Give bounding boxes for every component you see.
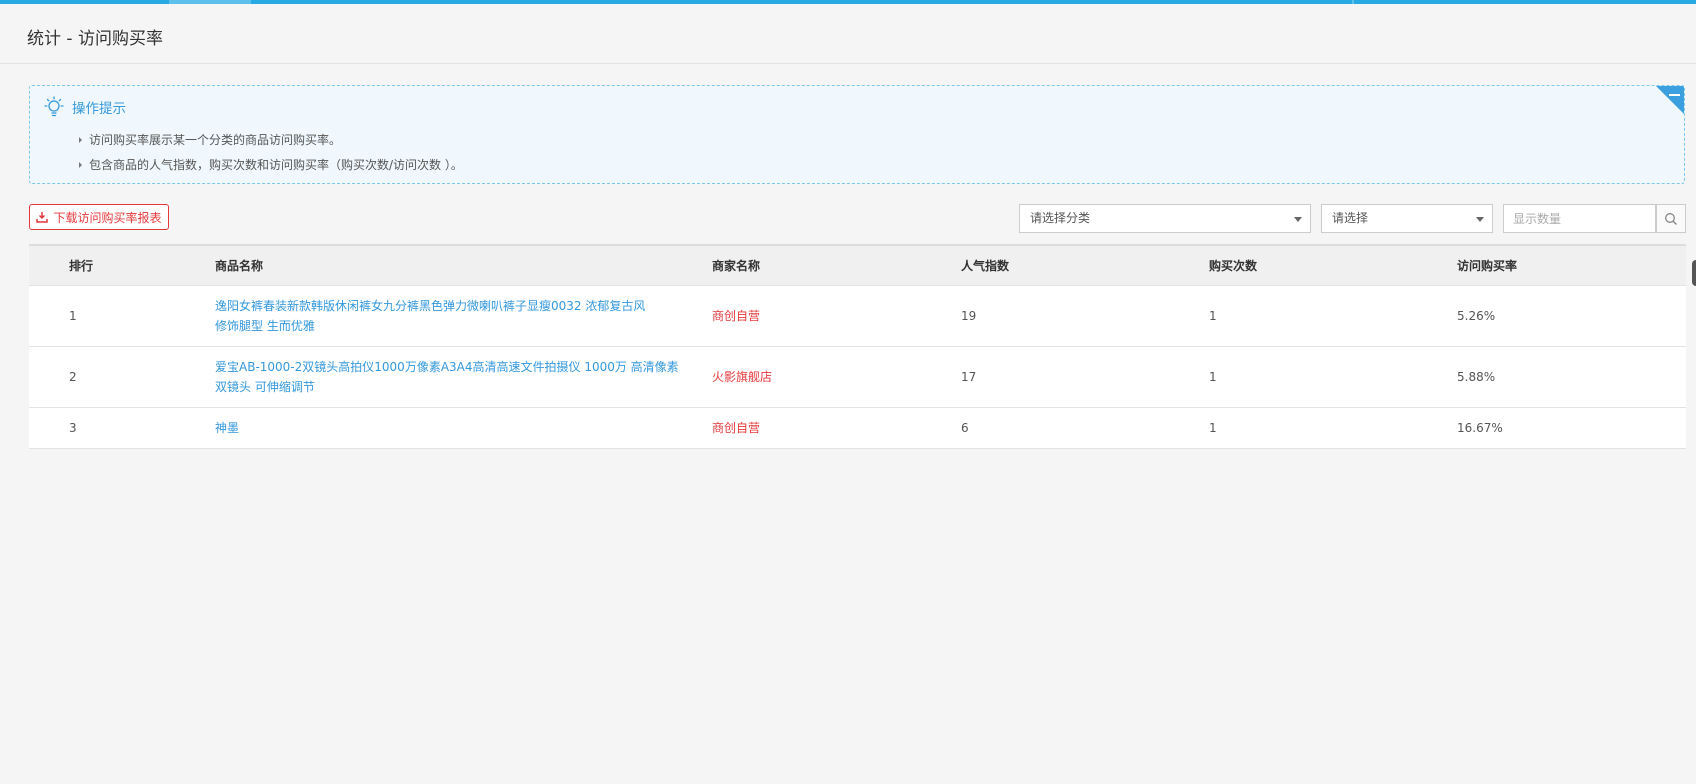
table-row: 2 爱宝AB-1000-2双镜头高拍仪1000万像素A3A4高清高速文件拍摄仪 …	[29, 346, 1686, 407]
shop-link[interactable]: 商创自营	[712, 421, 760, 435]
header-visit-purchase-rate: 访问购买率	[1457, 258, 1518, 273]
table-header-row: 排行 商品名称 商家名称 人气指数 购买次数 访问购买率	[29, 245, 1686, 285]
shop-name-cell: 商创自营	[712, 407, 961, 448]
shop-link[interactable]: 火影旗舰店	[712, 370, 772, 384]
collapse-tips-button[interactable]	[1656, 86, 1684, 114]
goods-name-line: 爱宝AB-1000-2双镜头高拍仪1000万像素A3A4高清高速文件拍摄仪 10…	[215, 359, 679, 374]
download-report-label: 下载访问购买率报表	[53, 210, 162, 225]
display-count-input[interactable]	[1503, 204, 1656, 233]
rank-cell: 3	[69, 420, 77, 435]
goods-name-line: 修饰腿型 生而优雅	[215, 318, 315, 333]
popularity-cell: 19	[961, 308, 977, 323]
tips-header: 操作提示	[42, 96, 126, 118]
shop-name-cell: 商创自营	[712, 285, 961, 346]
rate-cell: 5.88%	[1457, 369, 1496, 384]
sub-category-select[interactable]: 请选择	[1321, 204, 1493, 233]
goods-name-line: 双镜头 可伸缩调节	[215, 379, 315, 394]
statistics-table: 排行 商品名称 商家名称 人气指数 购买次数 访问购买率 1 逸阳女裤春装新款韩…	[29, 244, 1686, 449]
goods-name-line: 逸阳女裤春装新款韩版休闲裤女九分裤黑色弹力微喇叭裤子显瘦0032 浓郁复古风	[215, 298, 646, 313]
goods-link[interactable]: 爱宝AB-1000-2双镜头高拍仪1000万像素A3A4高清高速文件拍摄仪 10…	[215, 360, 679, 394]
table-row: 1 逸阳女裤春装新款韩版休闲裤女九分裤黑色弹力微喇叭裤子显瘦0032 浓郁复古风…	[29, 285, 1686, 346]
tips-item: 包含商品的人气指数，购买次数和访问购买率（购买次数/访问次数 ）。	[77, 153, 463, 178]
goods-name-cell: 爱宝AB-1000-2双镜头高拍仪1000万像素A3A4高清高速文件拍摄仪 10…	[215, 346, 712, 407]
tips-title: 操作提示	[72, 101, 126, 117]
goods-link[interactable]: 神墨	[215, 421, 239, 435]
popularity-cell: 17	[961, 369, 977, 384]
download-icon	[36, 212, 49, 223]
category-select-value: 请选择分类	[1030, 211, 1091, 225]
header-popularity: 人气指数	[961, 258, 1010, 273]
shop-link[interactable]: 商创自营	[712, 309, 760, 323]
rate-cell: 16.67%	[1457, 420, 1503, 435]
category-select[interactable]: 请选择分类	[1019, 204, 1311, 233]
tips-item: 访问购买率展示某一个分类的商品访问购买率。	[77, 128, 463, 153]
search-button[interactable]	[1656, 204, 1686, 233]
lightbulb-icon	[44, 96, 64, 117]
popularity-cell: 6	[961, 420, 969, 435]
purchases-cell: 1	[1209, 369, 1217, 384]
goods-name-cell: 逸阳女裤春装新款韩版休闲裤女九分裤黑色弹力微喇叭裤子显瘦0032 浓郁复古风 修饰…	[215, 285, 712, 346]
header-rank: 排行	[69, 258, 94, 273]
header-shop-name: 商家名称	[712, 258, 761, 273]
operation-tips-panel: 操作提示 访问购买率展示某一个分类的商品访问购买率。 包含商品的人气指数，购买次…	[29, 85, 1685, 184]
rank-cell: 2	[69, 369, 77, 384]
page-title: 统计 - 访问购买率	[27, 29, 163, 49]
goods-link[interactable]: 逸阳女裤春装新款韩版休闲裤女九分裤黑色弹力微喇叭裤子显瘦0032 浓郁复古风 修饰…	[215, 299, 645, 333]
page-header: 统计 - 访问购买率	[0, 4, 1696, 64]
header-purchases: 购买次数	[1209, 258, 1258, 273]
rank-cell: 1	[69, 308, 77, 323]
caret-down-icon	[1476, 217, 1484, 222]
table-row: 3 神墨 商创自营 6 1 16.67%	[29, 407, 1686, 448]
search-icon	[1665, 212, 1677, 225]
side-panel-handle[interactable]	[1692, 260, 1696, 286]
sub-category-select-value: 请选择	[1332, 211, 1369, 225]
goods-name-cell: 神墨	[215, 407, 712, 448]
download-report-button[interactable]: 下载访问购买率报表	[29, 204, 169, 230]
rate-cell: 5.26%	[1457, 308, 1496, 323]
purchases-cell: 1	[1209, 420, 1217, 435]
purchases-cell: 1	[1209, 308, 1217, 323]
caret-down-icon	[1294, 217, 1302, 222]
shop-name-cell: 火影旗舰店	[712, 346, 961, 407]
header-goods-name: 商品名称	[215, 258, 264, 273]
tips-list: 访问购买率展示某一个分类的商品访问购买率。 包含商品的人气指数，购买次数和访问购…	[77, 128, 463, 178]
